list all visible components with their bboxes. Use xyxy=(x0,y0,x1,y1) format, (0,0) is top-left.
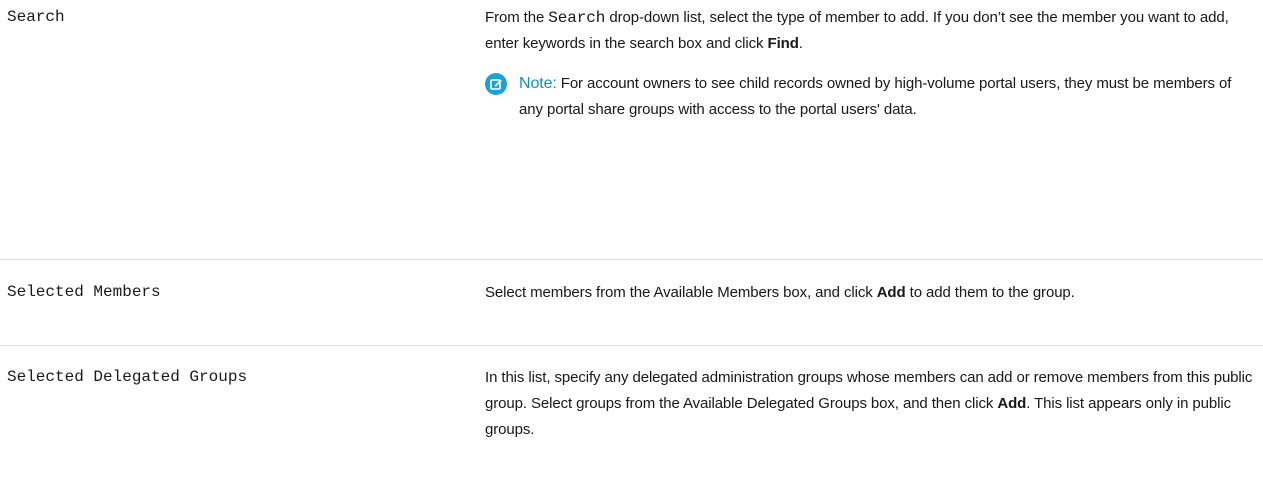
field-cell: Search xyxy=(0,0,485,259)
field-name: Search xyxy=(7,8,65,26)
field-name: Selected Members xyxy=(7,283,161,301)
table-row: Selected Members Select members from the… xyxy=(0,260,1263,346)
ui-label-bold: Find xyxy=(767,35,799,52)
table-row: Selected Delegated Groups In this list, … xyxy=(0,346,1263,494)
description-text: Select members from the Available Member… xyxy=(485,280,1255,306)
description-text-part: to add them to the group. xyxy=(905,284,1075,301)
description-cell: In this list, specify any delegated admi… xyxy=(485,346,1263,494)
description-text-part: Select members from the Available Member… xyxy=(485,284,877,301)
field-description-table: Search From the Search drop-down list, s… xyxy=(0,0,1263,494)
note-text: Note: For account owners to see child rec… xyxy=(519,71,1255,123)
field-name: Selected Delegated Groups xyxy=(7,368,248,386)
description-text: In this list, specify any delegated admi… xyxy=(485,365,1255,443)
description-cell: From the Search drop-down list, select t… xyxy=(485,0,1263,259)
description-text: From the Search drop-down list, select t… xyxy=(485,5,1255,57)
note-callout: Note: For account owners to see child rec… xyxy=(485,71,1255,123)
note-content: For account owners to see child records … xyxy=(519,75,1232,118)
note-label: Note: xyxy=(519,75,557,92)
description-text-part: . xyxy=(798,35,803,52)
edit-note-icon xyxy=(485,73,507,95)
description-cell: Select members from the Available Member… xyxy=(485,260,1263,345)
field-cell: Selected Delegated Groups xyxy=(0,346,485,494)
ui-label-bold: Add xyxy=(997,395,1027,412)
inline-code: Search xyxy=(548,9,606,27)
description-text-part: From the xyxy=(485,9,549,26)
table-row: Search From the Search drop-down list, s… xyxy=(0,0,1263,260)
ui-label-bold: Add xyxy=(876,284,906,301)
field-cell: Selected Members xyxy=(0,260,485,345)
